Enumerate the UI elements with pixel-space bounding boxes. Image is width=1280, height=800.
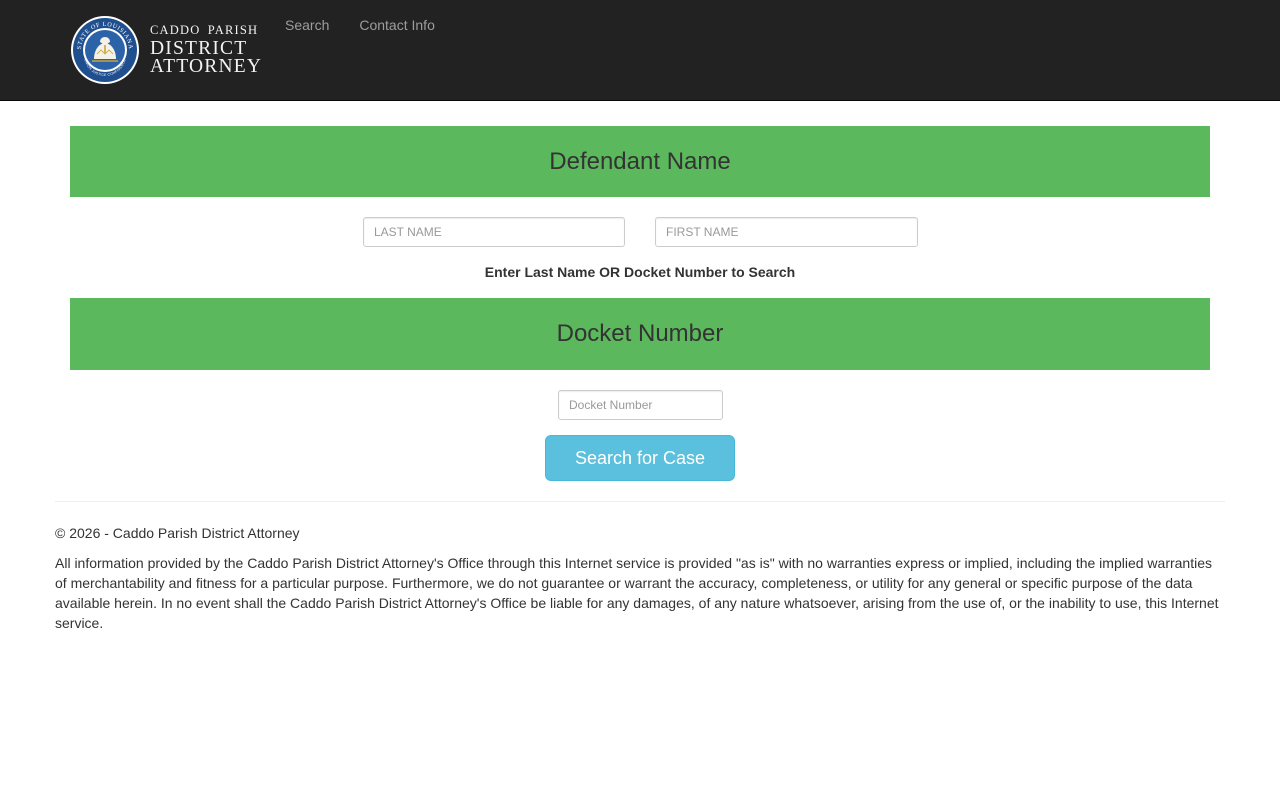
brand-text: CADDO PARISH DISTRICT ATTORNEY [150, 23, 263, 77]
docket-number-input[interactable] [558, 390, 723, 420]
docket-number-header: Docket Number [70, 298, 1210, 370]
copyright-text: © 2026 - Caddo Parish District Attorney [55, 525, 300, 541]
last-name-input[interactable] [363, 217, 625, 247]
footer-divider [55, 501, 1225, 502]
nav-link-search[interactable]: Search [270, 16, 344, 34]
nav-link-contact-info[interactable]: Contact Info [344, 16, 450, 34]
brand-line-caddo-parish: CADDO PARISH [150, 23, 259, 38]
footer: © 2026 - Caddo Parish District Attorney … [55, 523, 1225, 633]
nav-links: Search Contact Info [270, 16, 450, 34]
navbar: STATE OF LOUISIANA UNION JUSTICE CONFIDE… [0, 0, 1280, 101]
defendant-name-header: Defendant Name [70, 126, 1210, 197]
brand-logo-link[interactable]: STATE OF LOUISIANA UNION JUSTICE CONFIDE… [70, 14, 263, 86]
search-hint: Enter Last Name OR Docket Number to Sear… [484, 264, 796, 280]
brand-line-attorney: ATTORNEY [150, 55, 263, 77]
disclaimer-text: All information provided by the Caddo Pa… [55, 555, 1219, 631]
search-for-case-button[interactable]: Search for Case [545, 435, 735, 481]
first-name-input[interactable] [655, 217, 918, 247]
pelican-seal-icon: STATE OF LOUISIANA UNION JUSTICE CONFIDE… [71, 16, 139, 84]
